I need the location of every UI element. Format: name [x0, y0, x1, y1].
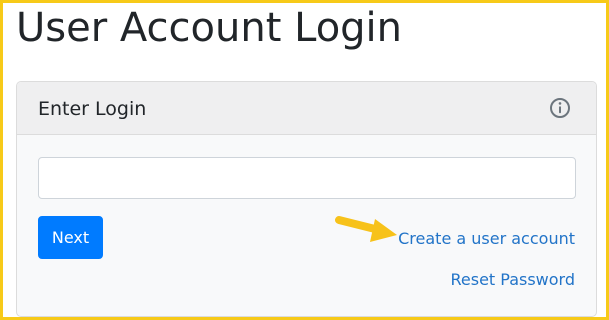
info-icon[interactable]	[548, 96, 572, 120]
card-header: Enter Login	[17, 82, 596, 135]
create-account-link[interactable]: Create a user account	[398, 229, 575, 249]
next-button[interactable]: Next	[38, 216, 103, 259]
card-title: Enter Login	[38, 98, 147, 120]
reset-password-link[interactable]: Reset Password	[450, 270, 575, 290]
pointing-arrow-icon	[335, 216, 397, 242]
page-title: User Account Login	[16, 5, 403, 51]
login-input[interactable]	[38, 157, 576, 199]
